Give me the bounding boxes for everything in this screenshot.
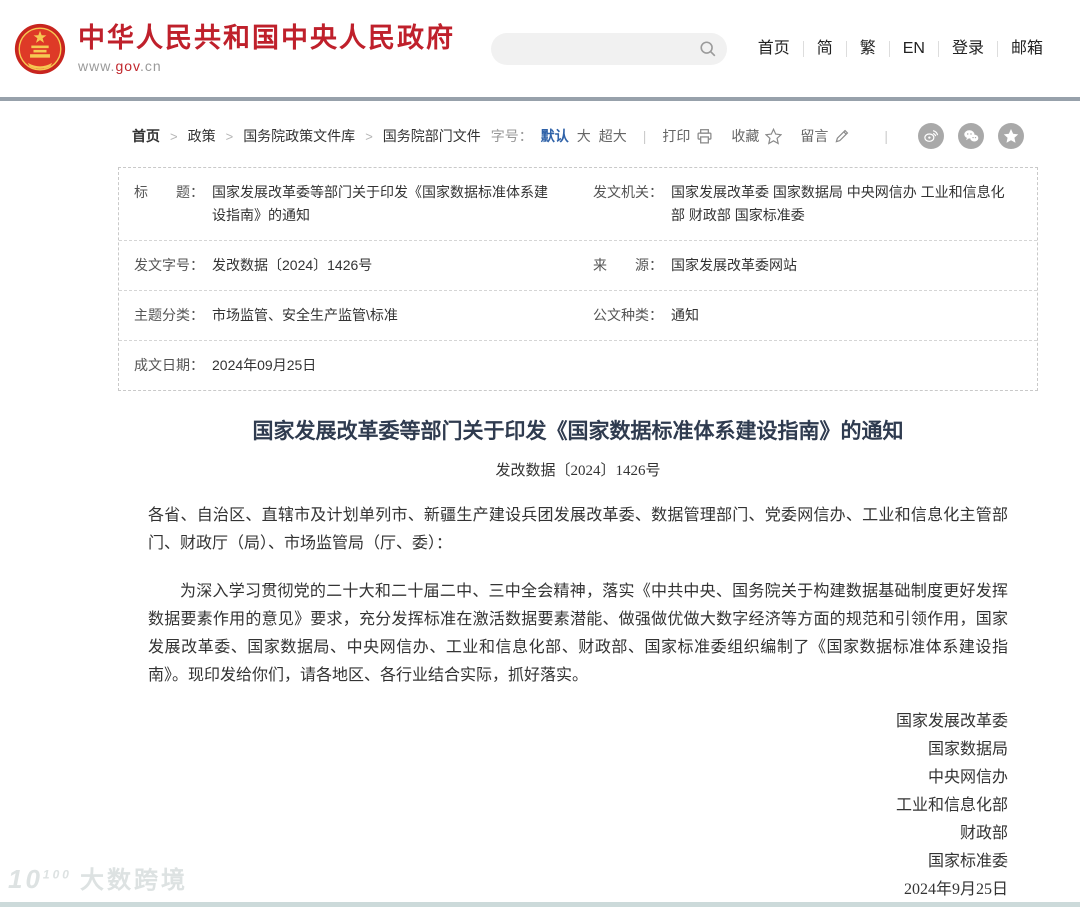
fontsize-label: 字号： [490,128,533,144]
meta-doc-number-label: 发文字号： [134,257,204,273]
site-header: 中华人民共和国中央人民政府 www.gov.cn 首页 简 繁 EN 登录 邮箱 [0,0,1080,97]
toolbar-divider: | [884,128,888,144]
watermark: 10100 大数跨境 [8,860,188,895]
url-gov: gov [115,58,140,74]
share-icons [904,123,1024,149]
printer-icon [697,128,712,144]
document-meta-table: 标 题： 国家发展改革委等部门关于印发《国家数据标准体系建设指南》的通知 发文机… [118,167,1038,391]
meta-title-cell: 标 题： 国家发展改革委等部门关于印发《国家数据标准体系建设指南》的通知 [119,168,578,240]
site-url: www.gov.cn [78,58,455,74]
breadcrumb-policy[interactable]: 政策 [188,126,216,146]
comment-label: 留言 [800,128,829,144]
meta-source-label: 来 源： [593,257,663,273]
watermark-logo-sup: 100 [42,867,72,882]
breadcrumb-separator-icon: > [365,128,373,144]
footer-bar [0,902,1080,907]
meta-topic-category-value: 市场监管、安全生产监管\标准 [212,307,398,323]
meta-topic-category-label: 主题分类： [134,307,204,323]
meta-date-cell: 成文日期： 2024年09月25日 [119,341,1037,390]
breadcrumb: 首页 > 政策 > 国务院政策文件库 > 国务院部门文件 [132,126,481,146]
watermark-logo: 10100 [8,864,72,895]
national-emblem-icon [14,23,66,74]
fontsize-default[interactable]: 默认 [541,126,569,146]
meta-issuing-agency-cell: 发文机关： 国家发展改革委 国家数据局 中央网信办 工业和信息化部 财政部 国家… [578,168,1037,240]
search-box[interactable] [490,32,727,65]
search-icon[interactable] [699,40,717,58]
breadcrumb-separator-icon: > [170,128,178,144]
qzone-share-icon[interactable] [998,123,1024,149]
signature-line: 国家标准委 [927,853,1008,870]
meta-issuing-agency-value: 国家发展改革委 国家数据局 中央网信办 工业和信息化部 财政部 国家标准委 [671,184,1005,223]
print-label: 打印 [662,128,691,144]
meta-doc-number-value: 发改数据〔2024〕1426号 [212,257,373,273]
meta-source-value: 国家发展改革委网站 [671,257,797,273]
breadcrumb-department-documents[interactable]: 国务院部门文件 [383,126,481,146]
site-title: 中华人民共和国中央人民政府 [78,23,455,53]
signature-line: 中央网信办 [927,769,1008,786]
meta-doc-type-value: 通知 [671,307,699,323]
table-row: 主题分类： 市场监管、安全生产监管\标准 公文种类： 通知 [119,290,1037,340]
star-outline-icon [765,127,783,145]
page-tools: 字号： 默认 大 超大 | 打印 收藏 留言 | [491,123,1024,149]
signature-line: 财政部 [959,825,1008,842]
meta-doc-type-label: 公文种类： [593,307,663,323]
fontsize-large[interactable]: 大 [577,126,591,146]
toolbar-divider: | [642,128,647,144]
article-body: 国家发展改革委等部门关于印发《国家数据标准体系建设指南》的通知 发改数据〔202… [118,417,1038,907]
article-paragraph: 各省、自治区、直辖市及计划单列市、新疆生产建设兵团发展改革委、数据管理部门、党委… [148,507,1008,552]
meta-date-value: 2024年09月25日 [212,357,317,373]
nav-home[interactable]: 首页 [745,40,804,57]
pencil-icon [835,129,849,143]
meta-title-value: 国家发展改革委等部门关于印发《国家数据标准体系建设指南》的通知 [212,184,548,223]
watermark-logo-base: 10 [8,864,43,894]
url-cn: .cn [140,58,162,74]
breadcrumb-toolbar: 首页 > 政策 > 国务院政策文件库 > 国务院部门文件 字号： 默认 大 超大… [118,101,1038,163]
nav-simplified-chinese[interactable]: 简 [804,40,847,57]
comment-button[interactable]: 留言 [800,126,850,146]
signature-line: 国家发展改革委 [895,713,1008,730]
article-paragraph: 为深入学习贯彻党的二十大和二十届二中、三中全会精神，落实《中共中央、国务院关于构… [148,583,1008,684]
meta-doc-type-cell: 公文种类： 通知 [578,291,1037,340]
signature-block: 国家发展改革委 国家数据局 中央网信办 工业和信息化部 财政部 国家标准委 20… [148,708,1008,904]
meta-date-label: 成文日期： [134,357,204,373]
signature-date: 2024年9月25日 [903,881,1008,898]
url-www: www. [78,58,116,74]
favorite-label: 收藏 [731,128,760,144]
weibo-share-icon[interactable] [918,123,944,149]
fontsize-xlarge[interactable]: 超大 [599,126,627,146]
nav-traditional-chinese[interactable]: 繁 [847,40,890,57]
table-row: 标 题： 国家发展改革委等部门关于印发《国家数据标准体系建设指南》的通知 发文机… [119,168,1037,240]
meta-title-label: 标 题： [134,184,204,200]
table-row: 发文字号： 发改数据〔2024〕1426号 来 源： 国家发展改革委网站 [119,240,1037,290]
article-title: 国家发展改革委等部门关于印发《国家数据标准体系建设指南》的通知 [252,419,904,443]
breadcrumb-home[interactable]: 首页 [132,126,160,146]
meta-doc-number-cell: 发文字号： 发改数据〔2024〕1426号 [119,241,578,290]
site-brand[interactable]: 中华人民共和国中央人民政府 www.gov.cn [78,23,455,74]
nav-mailbox[interactable]: 邮箱 [998,40,1056,57]
meta-issuing-agency-label: 发文机关： [593,184,663,200]
top-nav: 首页 简 繁 EN 登录 邮箱 [745,40,1056,57]
meta-source-cell: 来 源： 国家发展改革委网站 [578,241,1037,290]
signature-line: 工业和信息化部 [895,797,1008,814]
favorite-button[interactable]: 收藏 [731,126,783,146]
signature-line: 国家数据局 [927,741,1008,758]
breadcrumb-policy-library[interactable]: 国务院政策文件库 [243,126,355,146]
nav-english[interactable]: EN [890,40,939,57]
article-doc-number: 发改数据〔2024〕1426号 [495,463,661,479]
wechat-share-icon[interactable] [958,123,984,149]
watermark-text: 大数跨境 [79,867,188,894]
print-button[interactable]: 打印 [662,126,713,146]
table-row: 成文日期： 2024年09月25日 [119,340,1037,390]
breadcrumb-separator-icon: > [225,128,234,144]
meta-topic-category-cell: 主题分类： 市场监管、安全生产监管\标准 [119,291,578,340]
search-input[interactable] [506,32,699,65]
nav-login[interactable]: 登录 [939,40,998,57]
